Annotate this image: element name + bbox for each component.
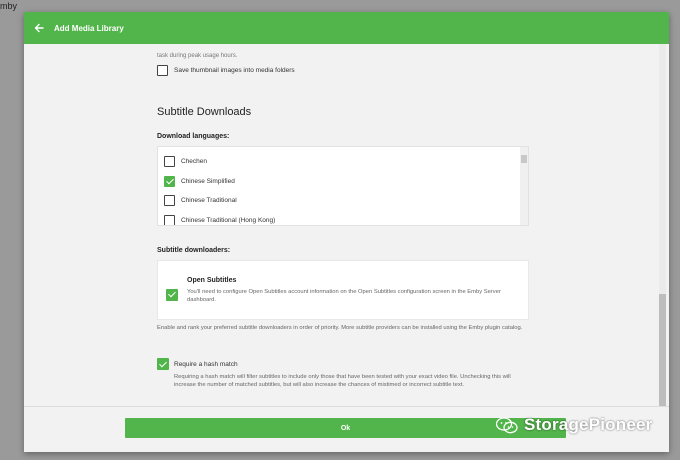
subtitle-downloaders-label: Subtitle downloaders: [157,247,231,254]
download-languages-label: Download languages: [157,133,230,140]
thumbnail-checkbox[interactable] [157,65,168,76]
watermark-text: StoragePioneer [524,415,653,434]
hash-match-checkbox[interactable] [157,358,169,370]
dialog-scrollbar-thumb[interactable] [659,294,666,406]
dialog-content[interactable]: task during peak usage hours. Save thumb… [24,44,669,406]
language-label: Chinese Traditional [181,197,237,205]
footer-divider [24,406,669,407]
language-label: Chechen [181,158,208,166]
language-label: Chinese Traditional (Hong Kong) [181,217,276,225]
thumbnail-option[interactable]: Save thumbnail images into media folders [157,65,295,76]
subtitle-downloads-heading: Subtitle Downloads [157,106,252,118]
language-item-chinese-traditional-hk[interactable]: Chinese Traditional (Hong Kong) [164,211,276,225]
downloader-name: Open Subtitles [187,277,237,284]
add-media-library-dialog: Add Media Library task during peak usage… [24,12,669,452]
language-item-chechen[interactable]: Chechen [164,152,275,172]
downloaders-help-text: Enable and rank your preferred subtitle … [157,325,523,331]
watermark: StoragePioneer [496,415,652,435]
language-checkbox[interactable] [164,215,175,225]
settings-form: task during peak usage hours. Save thumb… [157,44,529,388]
hash-match-label: Require a hash match [174,360,238,368]
language-label: Chinese Simplified [181,177,235,185]
language-item-chinese-simplified[interactable]: Chinese Simplified [164,172,275,192]
downloader-description: You'll need to configure Open Subtitles … [187,289,501,304]
dialog-header: Add Media Library [24,12,669,44]
thumbnail-option-label: Save thumbnail images into media folders [174,67,295,74]
back-button[interactable] [24,12,54,44]
hash-match-option[interactable]: Require a hash match [157,358,238,370]
language-checkbox[interactable] [164,156,175,168]
languages-scrollbar-thumb[interactable] [521,155,527,163]
language-checkbox[interactable] [164,195,175,207]
hash-match-description: Requiring a hash match will filter subti… [174,374,511,389]
download-languages-list[interactable]: Chechen Chinese Simplified Chinese Tradi… [157,146,529,226]
background-app-title: mby [0,1,18,11]
wechat-icon [496,416,518,433]
arrow-left-icon [34,23,44,33]
language-item-chinese-traditional[interactable]: Chinese Traditional [164,191,275,211]
language-checkbox[interactable] [164,175,175,187]
downloader-card-open-subtitles: Open Subtitles You'll need to configure … [157,260,529,320]
dialog-title: Add Media Library [54,23,124,33]
truncated-help-text: task during peak usage hours. [157,53,238,59]
open-subtitles-checkbox[interactable] [166,288,178,301]
